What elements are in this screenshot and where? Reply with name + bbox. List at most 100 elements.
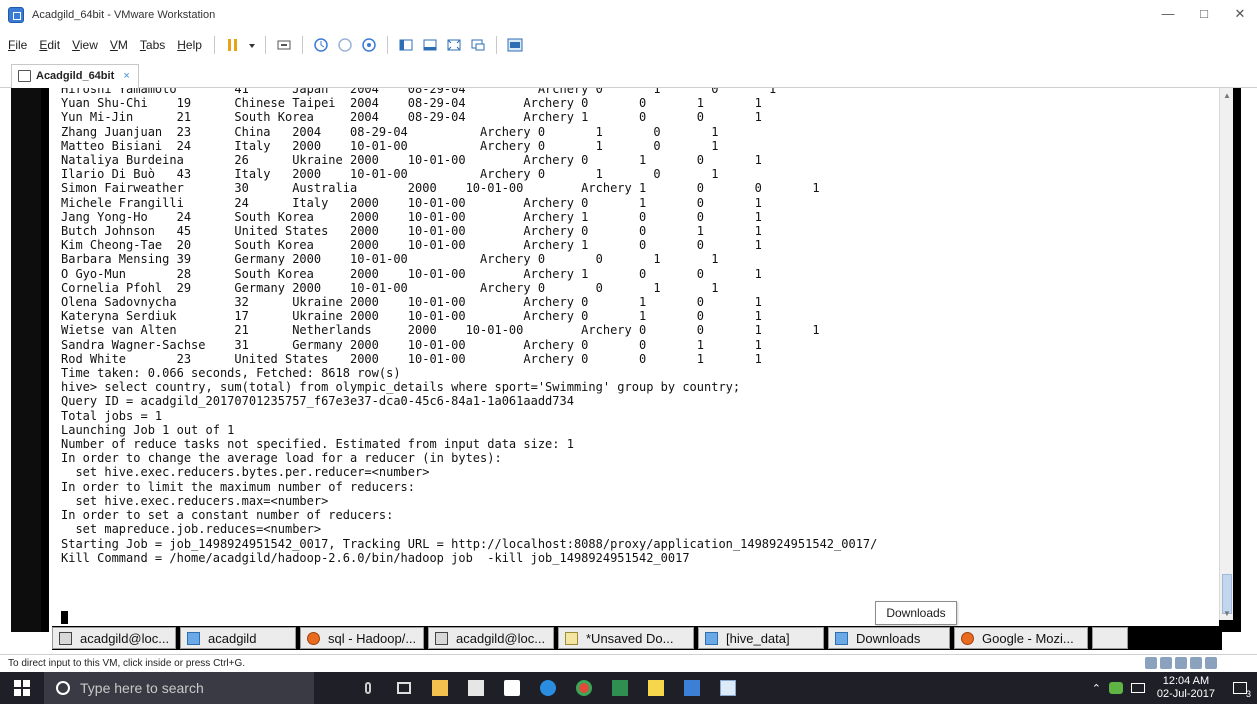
guest-taskbar-button[interactable]: *Unsaved Do... [558, 627, 694, 649]
guest-taskbar-label: *Unsaved Do... [586, 630, 674, 646]
guest-taskbar-button[interactable]: Google - Mozi... [954, 627, 1088, 649]
tab-close-icon[interactable]: × [123, 70, 129, 82]
vmware-taskbar-icon[interactable] [674, 672, 710, 704]
toolbar-separator [264, 36, 266, 54]
battery-icon[interactable] [1130, 683, 1145, 693]
terminal-line: Barbara Mensing 39 Germany 2000 10-01-00… [61, 252, 719, 267]
folder-icon [835, 631, 848, 645]
toolbar-separator [495, 36, 497, 54]
guest-taskbar-button[interactable]: acadgild [180, 627, 296, 649]
task-view-icon[interactable] [386, 672, 422, 704]
microphone-icon[interactable] [350, 672, 386, 704]
scroll-down-icon[interactable]: ▼ [1222, 610, 1232, 618]
text-editor-icon [565, 631, 578, 645]
system-clock[interactable]: 12:04 AM 02-Jul-2017 [1157, 675, 1215, 701]
menu-item-vm[interactable]: VM [104, 38, 134, 52]
menu-item-view[interactable]: View [66, 38, 104, 52]
guest-taskbar-label: acadgild@loc... [456, 630, 546, 646]
terminal-icon [435, 631, 448, 645]
guest-taskbar-label: Downloads [856, 630, 921, 646]
calculator-icon[interactable] [458, 672, 494, 704]
guest-screen[interactable]: Hiroshi Yamamoto 41 Japan 2004 08-29-04 … [11, 88, 1241, 632]
downloads-tooltip: Downloads [875, 601, 957, 625]
menu-item-tabs[interactable]: Tabs [134, 38, 171, 52]
guest-taskbar-button[interactable]: acadgild@loc... [52, 627, 176, 649]
send-ctrl-alt-del-icon[interactable] [272, 34, 296, 56]
power-dropdown-icon[interactable] [245, 34, 259, 56]
printer-device-icon[interactable] [1190, 657, 1202, 669]
tab-label: Acadgild_64bit [36, 70, 115, 82]
terminal-line: set hive.exec.reducers.bytes.per.reducer… [61, 465, 430, 480]
terminal-line: Matteo Bisiani 24 Italy 2000 10-01-00 Ar… [61, 138, 719, 153]
usb-device-icon[interactable] [1175, 657, 1187, 669]
network-status-icon[interactable] [1108, 682, 1123, 694]
close-window-button[interactable]: ✕ [1222, 4, 1257, 24]
host-search-input[interactable]: Type here to search [44, 672, 314, 704]
terminal-line: In order to change the average load for … [61, 451, 502, 466]
store-icon[interactable] [494, 672, 530, 704]
terminal-window[interactable]: Hiroshi Yamamoto 41 Japan 2004 08-29-04 … [49, 88, 1219, 632]
revert-snapshot-icon[interactable] [333, 34, 357, 56]
terminal-line: Kill Command = /home/acadgild/hadoop-2.6… [61, 550, 690, 565]
menu-items: File Edit View VM Tabs Help [2, 38, 208, 52]
windows-start-icon[interactable] [0, 672, 44, 704]
terminal-scrollbar[interactable]: ▲ ▼ [1219, 88, 1233, 620]
terminal-cursor [61, 611, 68, 624]
edge-icon[interactable] [530, 672, 566, 704]
chrome-icon[interactable] [566, 672, 602, 704]
network-device-icon[interactable] [1145, 657, 1157, 669]
terminal-line: In order to limit the maximum number of … [61, 479, 416, 494]
terminal-line: hive> select country, sum(total) from ol… [61, 380, 741, 395]
terminal-line: set mapreduce.job.reduces=<number> [61, 522, 322, 537]
menu-item-help[interactable]: Help [171, 38, 208, 52]
guest-taskbar-button[interactable]: acadgild@loc... [428, 627, 554, 649]
maximize-button[interactable]: □ [1186, 4, 1222, 24]
full-screen-icon[interactable] [442, 34, 466, 56]
terminal-output: Hiroshi Yamamoto 41 Japan 2004 08-29-04 … [61, 88, 877, 565]
terminal-line: In order to set a constant number of red… [61, 508, 394, 523]
firefox-icon [961, 631, 974, 645]
scrollbar-thumb[interactable] [1222, 574, 1232, 614]
minimize-button[interactable]: — [1150, 4, 1186, 24]
guest-taskbar: acadgild@loc... acadgild sql - Hadoop/... a… [52, 626, 1222, 650]
thumbnail-bar-icon[interactable] [418, 34, 442, 56]
menu-item-edit[interactable]: Edit [33, 38, 66, 52]
pinned-apps [350, 672, 746, 704]
show-library-icon[interactable] [394, 34, 418, 56]
guest-taskbar-button[interactable]: sql - Hadoop/... [300, 627, 424, 649]
guest-taskbar-label: acadgild [208, 630, 257, 646]
snapshot-manager-icon[interactable] [357, 34, 381, 56]
guest-taskbar-button[interactable]: [hive_data] [698, 627, 824, 649]
cortana-icon [56, 681, 70, 695]
menu-item-file[interactable]: File [2, 38, 33, 52]
terminal-icon [59, 631, 72, 645]
guest-workspace-switcher-icon[interactable] [1092, 627, 1128, 649]
console-view-icon[interactable] [503, 34, 527, 56]
sound-device-icon[interactable] [1205, 657, 1217, 669]
terminal-line: Yun Mi-Jin 21 South Korea 2004 08-29-04 … [61, 110, 762, 125]
window-titlebar: Acadgild_64bit - VMware Workstation — □ … [0, 0, 1257, 30]
terminal-line: Kateryna Serdiuk 17 Ukraine 2000 10-01-0… [61, 309, 762, 324]
status-text: To direct input to this VM, click inside… [8, 658, 246, 669]
guest-taskbar-label: acadgild@loc... [80, 630, 170, 646]
scroll-up-icon[interactable]: ▲ [1222, 92, 1232, 100]
terminal-line: Hiroshi Yamamoto 41 Japan 2004 08-29-04 … [61, 88, 777, 96]
terminal-line: Simon Fairweather 30 Australia 2000 10-0… [61, 181, 820, 196]
action-center-icon[interactable]: 3 [1223, 672, 1257, 704]
terminal-line: set hive.exec.reducers.max=<number> [61, 493, 329, 508]
unity-icon[interactable] [466, 34, 490, 56]
terminal-line: Nataliya Burdeina 26 Ukraine 2000 10-01-… [61, 153, 762, 168]
document-viewer-icon[interactable] [710, 672, 746, 704]
cd-device-icon[interactable] [1160, 657, 1172, 669]
terminal-line: Zhang Juanjuan 23 China 2004 08-29-04 Ar… [61, 124, 719, 139]
guest-taskbar-button[interactable]: Downloads [828, 627, 950, 649]
file-explorer-icon[interactable] [422, 672, 458, 704]
pause-icon[interactable] [221, 34, 245, 56]
show-hidden-icons-icon[interactable]: ⌃ [1092, 682, 1101, 695]
firefox-icon [307, 631, 320, 645]
tab-acadgild-64bit[interactable]: Acadgild_64bit × [11, 64, 139, 88]
snapshot-icon[interactable] [309, 34, 333, 56]
excel-icon[interactable] [602, 672, 638, 704]
folder-icon [187, 631, 200, 645]
sticky-notes-icon[interactable] [638, 672, 674, 704]
